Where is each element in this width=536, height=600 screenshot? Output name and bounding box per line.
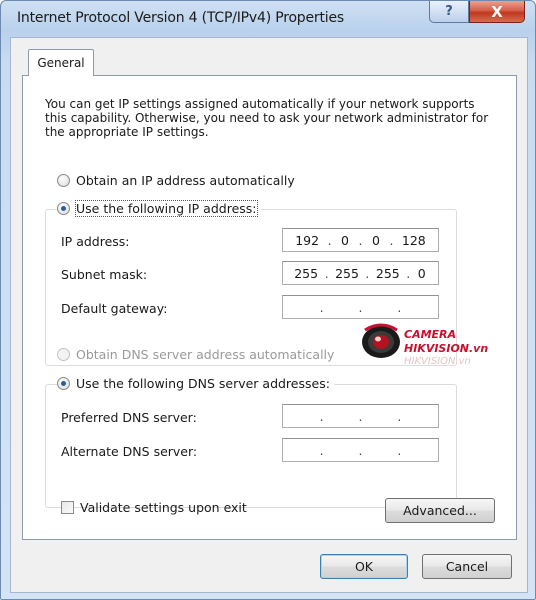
- subnet-octet-4: 0: [417, 265, 426, 281]
- ip-separator: .: [358, 442, 363, 458]
- radio-obtain-ip-auto-label: Obtain an IP address automatically: [76, 173, 295, 188]
- radio-checked-icon: [57, 202, 70, 215]
- general-tab-panel: You can get IP settings assigned automat…: [22, 75, 517, 540]
- ip-separator: .: [358, 299, 363, 315]
- cancel-button[interactable]: Cancel: [422, 554, 512, 579]
- ip-address-label: IP address:: [61, 234, 130, 249]
- ip-separator: .: [397, 299, 402, 315]
- subnet-octet-2: 255: [335, 265, 359, 281]
- radio-checked-icon: [57, 377, 70, 390]
- intro-text: You can get IP settings assigned automat…: [45, 97, 489, 139]
- radio-icon: [57, 174, 70, 187]
- radio-use-following-ip-label: Use the following IP address:: [75, 200, 258, 217]
- title-bar[interactable]: Internet Protocol Version 4 (TCP/IPv4) P…: [1, 1, 535, 37]
- preferred-dns-input[interactable]: . . .: [282, 404, 439, 428]
- ip-separator: .: [358, 232, 363, 248]
- radio-use-following-dns-label: Use the following DNS server addresses:: [76, 376, 330, 391]
- alternate-dns-label: Alternate DNS server:: [61, 444, 198, 459]
- ip-separator: .: [319, 299, 324, 315]
- ip-separator: .: [324, 265, 329, 281]
- ip-octet-3: 0: [371, 232, 380, 248]
- advanced-button[interactable]: Advanced...: [385, 498, 495, 523]
- ip-separator: .: [406, 265, 411, 281]
- ip-separator: .: [365, 265, 370, 281]
- checkbox-icon: [61, 501, 74, 514]
- watermark-reflection: HIKVISION.vn: [404, 356, 471, 367]
- camera-lens-icon: [362, 323, 400, 358]
- ip-separator: .: [358, 408, 363, 424]
- default-gateway-label: Default gateway:: [61, 301, 168, 316]
- close-button[interactable]: X: [469, 1, 525, 23]
- radio-use-following-dns[interactable]: Use the following DNS server addresses:: [57, 376, 334, 391]
- help-button[interactable]: ?: [429, 1, 469, 23]
- radio-use-following-ip[interactable]: Use the following IP address:: [57, 200, 261, 217]
- camera-hikvision-watermark: CAMERA HIKVISION.vn HIKVISION.vn: [359, 320, 509, 376]
- ip-separator: .: [389, 232, 394, 248]
- dialog-client-area: General You can get IP settings assigned…: [10, 37, 528, 593]
- subnet-octet-1: 255: [294, 265, 319, 281]
- window-title: Internet Protocol Version 4 (TCP/IPv4) P…: [17, 10, 344, 26]
- preferred-dns-label: Preferred DNS server:: [61, 410, 197, 425]
- ip-address-input[interactable]: 192. 0. 0. 128: [282, 228, 439, 252]
- help-icon: ?: [445, 4, 453, 19]
- subnet-mask-label: Subnet mask:: [61, 267, 148, 282]
- ok-button[interactable]: OK: [320, 554, 408, 579]
- close-icon: X: [491, 2, 503, 21]
- dialog-window: Internet Protocol Version 4 (TCP/IPv4) P…: [0, 0, 536, 600]
- radio-obtain-dns-auto[interactable]: Obtain DNS server address automatically: [57, 347, 334, 362]
- ip-octet-4: 128: [401, 232, 426, 248]
- ip-separator: .: [397, 408, 402, 424]
- radio-disabled-icon: [57, 348, 70, 361]
- ip-separator: .: [327, 232, 332, 248]
- ip-separator: .: [319, 408, 324, 424]
- ip-separator: .: [319, 442, 324, 458]
- watermark-line1: CAMERA: [404, 328, 457, 341]
- watermark-line2: HIKVISION.vn: [404, 342, 489, 355]
- default-gateway-input[interactable]: . . .: [282, 295, 439, 319]
- ip-octet-2: 0: [341, 232, 349, 248]
- validate-settings-label: Validate settings upon exit: [80, 500, 247, 515]
- radio-obtain-dns-auto-label: Obtain DNS server address automatically: [76, 347, 335, 362]
- validate-settings-checkbox[interactable]: Validate settings upon exit: [61, 500, 247, 515]
- tab-general[interactable]: General: [28, 49, 94, 76]
- alternate-dns-input[interactable]: . . .: [282, 438, 439, 462]
- title-buttons: ? X: [429, 1, 525, 23]
- radio-obtain-ip-auto[interactable]: Obtain an IP address automatically: [57, 173, 295, 188]
- ip-separator: .: [397, 442, 402, 458]
- ip-octet-1: 192: [295, 232, 320, 248]
- subnet-octet-3: 255: [375, 265, 400, 281]
- subnet-mask-input[interactable]: 255. 255. 255. 0: [282, 261, 439, 285]
